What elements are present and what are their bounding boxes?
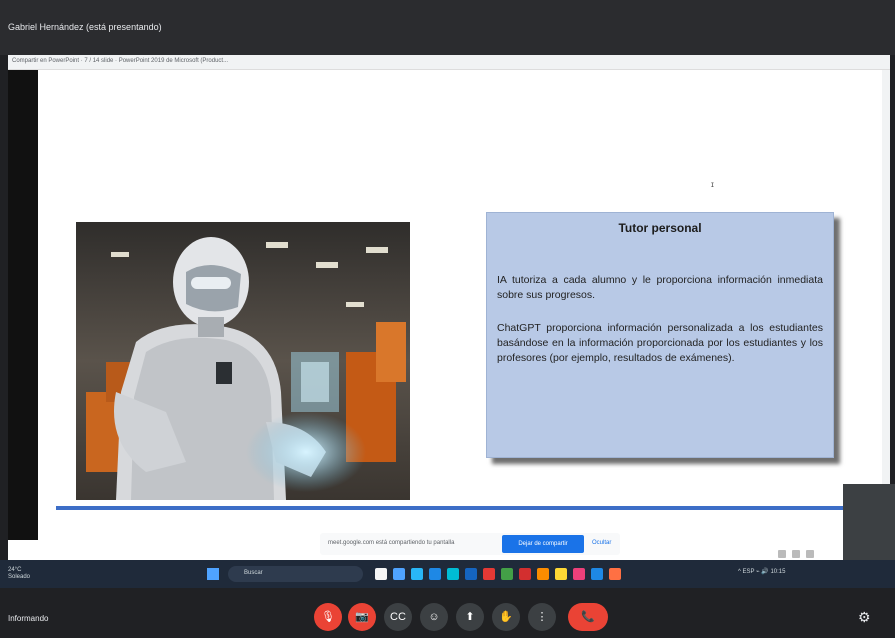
present-icon: ⬆ xyxy=(465,611,475,623)
hide-notice-button[interactable]: Ocultar xyxy=(592,540,611,546)
reactions-button[interactable]: ☺ xyxy=(420,603,448,631)
system-tray[interactable]: ^ ESP ⌁ 🔊 10:15 xyxy=(738,568,785,575)
meet-call-controls: Informando 🎙 📷 CC ☺ ⬆ ✋ ⋮ 📞 ⚙ xyxy=(0,588,895,638)
robot-photo xyxy=(76,222,410,500)
taskbar-app-icon[interactable] xyxy=(591,568,603,580)
slide-box-title: Tutor personal xyxy=(618,221,702,235)
weather-temp: 24°C xyxy=(8,567,22,573)
meet-top-bar: Gabriel Hernández (está presentando) xyxy=(0,0,895,55)
meeting-name: Informando xyxy=(8,614,49,623)
taskbar-search-label: Buscar xyxy=(244,570,263,576)
taskbar-app-icon[interactable] xyxy=(447,568,459,580)
raise-hand-icon: ✋ xyxy=(499,611,513,623)
weather-widget[interactable]: 24°C Soleado xyxy=(8,567,30,581)
camera-off-icon: 📷 xyxy=(355,611,369,623)
gear-icon[interactable]: ⚙ xyxy=(858,609,871,626)
left-black-margin xyxy=(8,70,38,540)
mic-off-icon: 🎙 xyxy=(321,611,335,623)
taskbar-app-icon[interactable] xyxy=(483,568,495,580)
slide-text-box: Tutor personal IA tutoriza a cada alumno… xyxy=(486,212,834,458)
slide-paragraph-2: ChatGPT proporciona información personal… xyxy=(497,322,823,364)
browser-tab-strip: Compartir en PowerPoint · 7 / 14 slide ·… xyxy=(8,55,890,70)
taskbar-app-icon[interactable] xyxy=(555,568,567,580)
view-controls[interactable] xyxy=(778,545,838,558)
emoji-icon: ☺ xyxy=(428,611,440,623)
mic-toggle-button[interactable]: 🎙 xyxy=(314,603,342,631)
weather-desc: Soleado xyxy=(8,574,31,580)
more-options-button[interactable]: ⋮ xyxy=(528,603,556,631)
stop-sharing-button[interactable]: Dejar de compartir xyxy=(502,535,584,553)
shared-screen: Compartir en PowerPoint · 7 / 14 slide ·… xyxy=(8,55,890,560)
taskbar-app-icon[interactable] xyxy=(573,568,585,580)
taskbar-app-icon[interactable] xyxy=(609,568,621,580)
view-reading-icon[interactable] xyxy=(806,550,814,558)
captions-button[interactable]: CC xyxy=(384,603,412,631)
slide-paragraph-1: IA tutoriza a cada alumno y le proporcio… xyxy=(497,274,823,301)
camera-toggle-button[interactable]: 📷 xyxy=(348,603,376,631)
end-call-button[interactable]: 📞 xyxy=(568,603,608,631)
more-vert-icon: ⋮ xyxy=(536,611,548,623)
robot-illustration xyxy=(76,222,410,500)
present-button[interactable]: ⬆ xyxy=(456,603,484,631)
mouse-cursor-icon: ɪ xyxy=(711,180,714,189)
browser-tab-text[interactable]: Compartir en PowerPoint · 7 / 14 slide ·… xyxy=(12,58,228,64)
taskbar-app-icon[interactable] xyxy=(411,568,423,580)
taskbar-app-icon[interactable] xyxy=(537,568,549,580)
taskbar-app-icon[interactable] xyxy=(501,568,513,580)
raise-hand-button[interactable]: ✋ xyxy=(492,603,520,631)
slide-divider-line xyxy=(56,506,851,510)
taskbar-search[interactable]: Buscar xyxy=(228,566,363,582)
view-normal-icon[interactable] xyxy=(778,550,786,558)
right-margin xyxy=(882,70,890,540)
captions-icon: CC xyxy=(390,611,406,623)
windows-taskbar: 24°C Soleado Buscar ^ ESP ⌁ 🔊 10:15 xyxy=(0,560,895,588)
taskbar-app-icon[interactable] xyxy=(519,568,531,580)
taskbar-app-icon[interactable] xyxy=(375,568,387,580)
presenter-title: Gabriel Hernández (está presentando) xyxy=(8,22,162,32)
taskbar-apps xyxy=(372,566,624,582)
taskbar-app-icon[interactable] xyxy=(429,568,441,580)
taskbar-app-icon[interactable] xyxy=(465,568,477,580)
view-sorter-icon[interactable] xyxy=(792,550,800,558)
screen-share-notice: meet.google.com está compartiendo tu pan… xyxy=(320,533,620,555)
phone-hangup-icon: 📞 xyxy=(581,611,595,623)
share-notice-message: meet.google.com está compartiendo tu pan… xyxy=(328,540,455,546)
taskbar-app-icon[interactable] xyxy=(393,568,405,580)
windows-start-icon[interactable] xyxy=(207,568,219,580)
